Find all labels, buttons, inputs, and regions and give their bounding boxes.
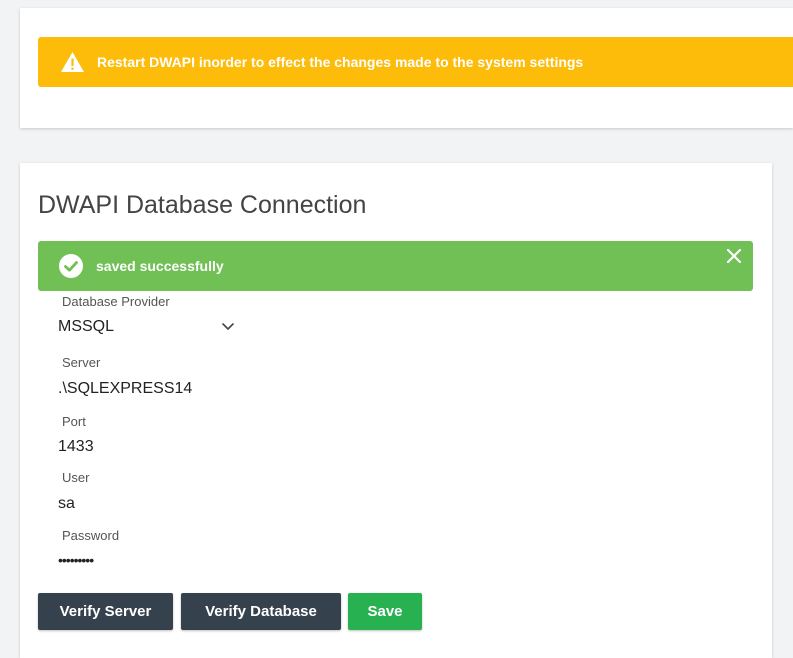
restart-warning-banner: Restart DWAPI inorder to effect the chan… <box>38 37 793 87</box>
success-alert: saved successfully <box>38 241 753 291</box>
check-circle-icon <box>59 254 83 278</box>
server-input[interactable]: .\SQLEXPRESS14 <box>58 380 192 398</box>
password-label: Password <box>62 528 120 543</box>
warning-text: Restart DWAPI inorder to effect the chan… <box>97 54 584 70</box>
card-title: DWAPI Database Connection <box>38 191 367 219</box>
password-input[interactable]: ••••••••• <box>58 552 94 568</box>
port-input[interactable]: 1433 <box>58 438 94 456</box>
verify-server-button[interactable]: Verify Server <box>38 593 173 630</box>
save-button[interactable]: Save <box>348 593 422 630</box>
database-connection-card: DWAPI Database Connection saved successf… <box>20 163 772 658</box>
verify-database-button[interactable]: Verify Database <box>181 593 341 630</box>
chevron-down-icon <box>222 323 234 331</box>
provider-label: Database Provider <box>62 294 170 309</box>
provider-select[interactable]: MSSQL <box>58 318 248 342</box>
restart-notice-card: Restart DWAPI inorder to effect the chan… <box>20 8 793 128</box>
warning-triangle-icon <box>61 52 84 72</box>
server-label: Server <box>62 355 101 370</box>
port-label: Port <box>62 414 86 429</box>
settings-page: Restart DWAPI inorder to effect the chan… <box>0 0 793 658</box>
provider-value: MSSQL <box>58 318 115 335</box>
user-input[interactable]: sa <box>58 495 75 513</box>
success-text: saved successfully <box>96 258 224 274</box>
user-label: User <box>62 470 90 485</box>
close-icon[interactable] <box>725 247 743 265</box>
